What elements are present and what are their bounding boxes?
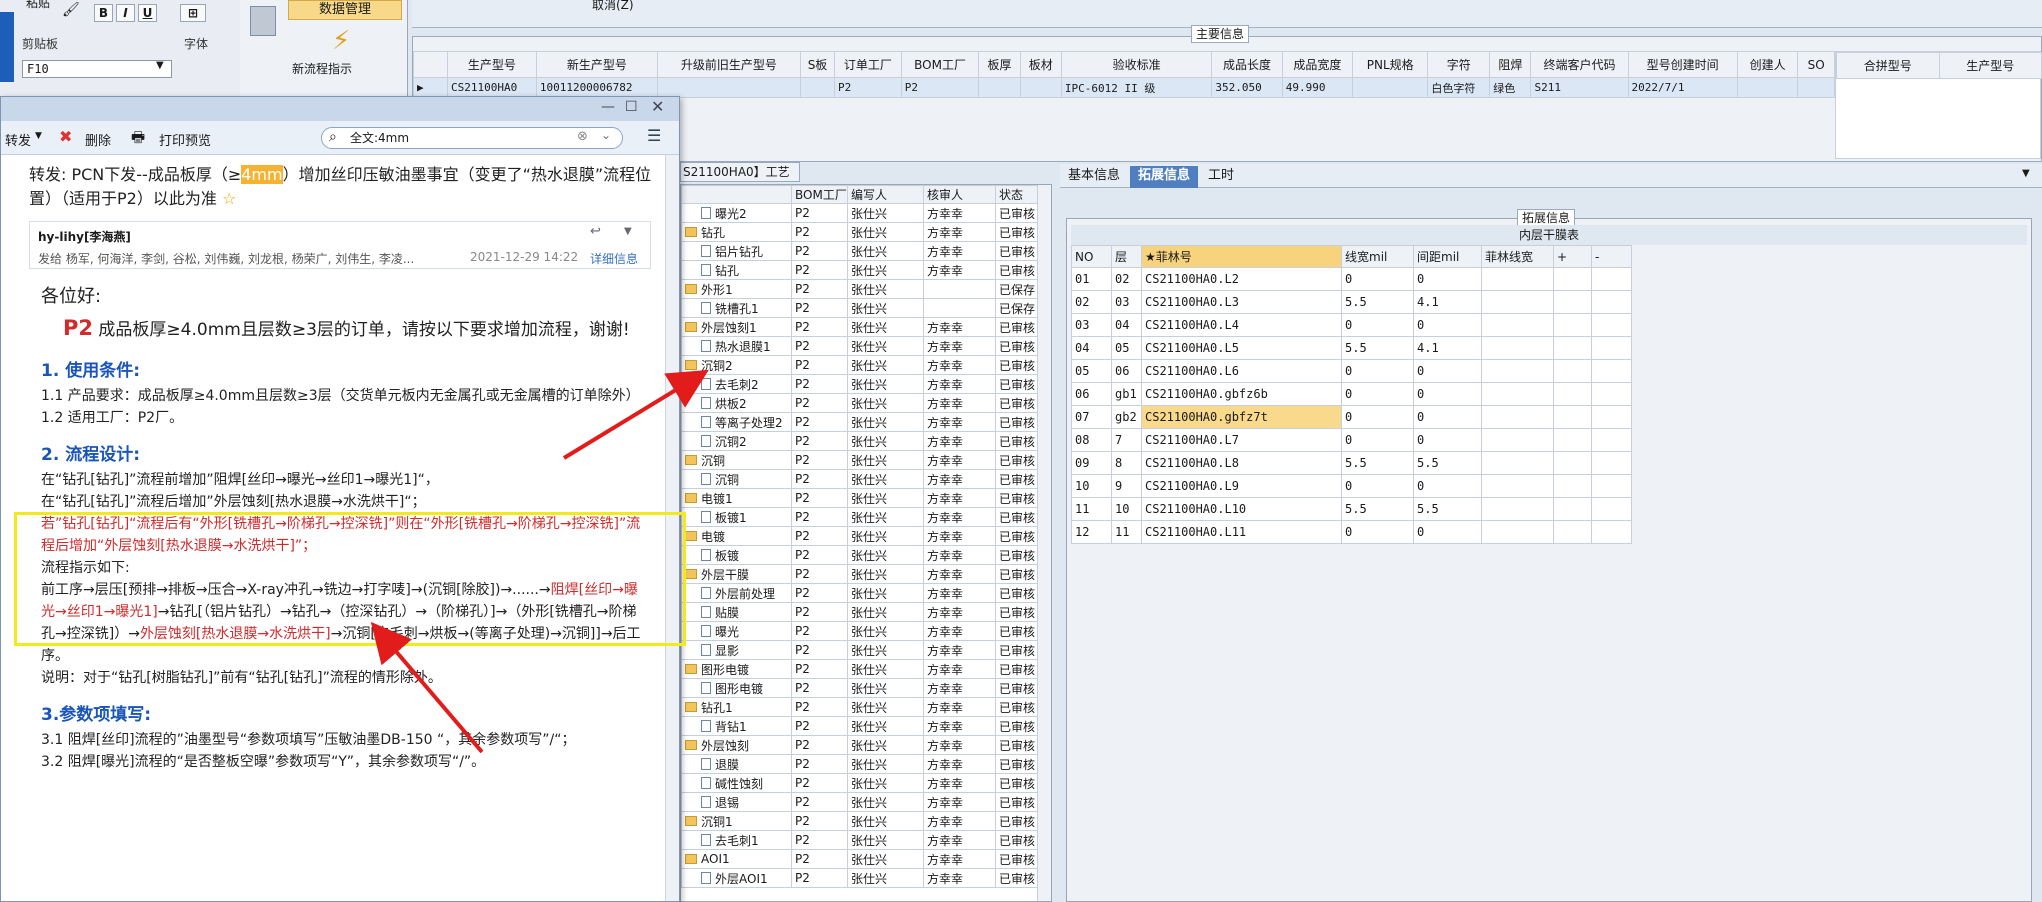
annotation-arrows (370, 369, 709, 754)
arrow-to-text (370, 621, 484, 754)
arrow-to-process (562, 369, 709, 460)
